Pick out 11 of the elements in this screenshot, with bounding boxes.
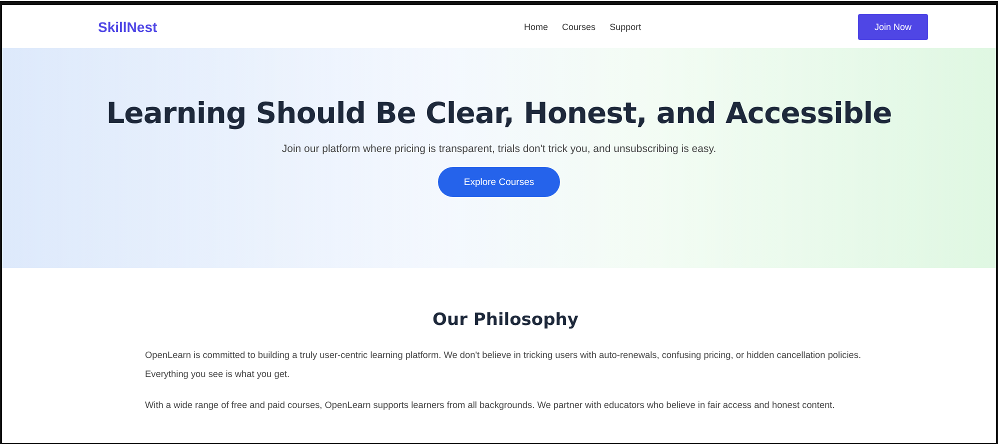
hero-title: Learning Should Be Clear, Honest, and Accessible: [106, 96, 892, 130]
nav-link[interactable]: Support: [610, 22, 642, 32]
logo[interactable]: SkillNest: [98, 18, 158, 34]
explore-button[interactable]: Explore Courses: [438, 167, 560, 197]
paragraph: With a wide range of free and paid courses, OpenLearn supports learners from all backgrounds. We partner with educators who believe in fair access and honest content.: [145, 399, 836, 412]
hero-subtitle: Join our platform where pricing is transparent, trials don't trick you, and unsubscribing is easy.: [280, 142, 718, 157]
paragraph: OpenLearn is committed to building a truly user-centric learning platform. We don't believe in tricking users with auto-renewals, confusing pricing, or hidden cancellation policies. Everything you see is what you get.: [145, 349, 862, 381]
nav-link[interactable]: Home: [524, 22, 548, 32]
nav-link[interactable]: Courses: [562, 22, 596, 32]
section-heading: Our Philosophy: [432, 310, 580, 330]
join-button[interactable]: Join Now: [858, 14, 928, 40]
